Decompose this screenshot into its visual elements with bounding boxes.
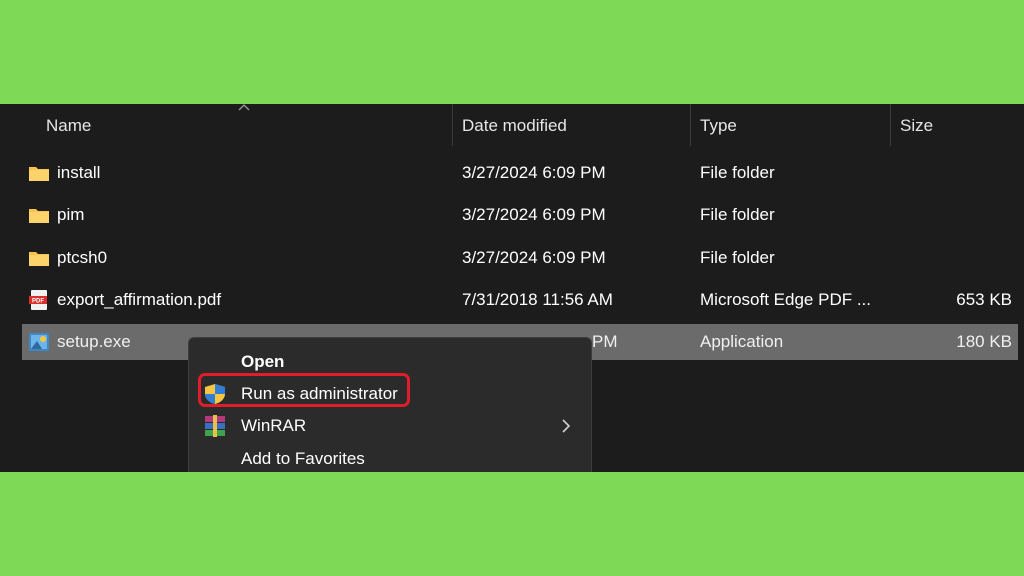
file-name: pim (57, 205, 85, 224)
file-name: install (57, 163, 101, 182)
column-header-date-modified[interactable]: Date modified (462, 104, 567, 148)
column-header-row: Name Date modified Type Size (0, 104, 1024, 148)
file-type: File folder (700, 248, 775, 267)
column-header-type[interactable]: Type (700, 104, 737, 148)
column-header-name[interactable]: Name (46, 104, 91, 148)
file-date: 7/31/2018 11:56 AM (462, 290, 613, 309)
file-type: Microsoft Edge PDF ... (700, 290, 871, 309)
file-size: 653 KB (956, 290, 1012, 309)
file-date: 3/27/2024 6:09 PM (462, 248, 606, 267)
file-row-install[interactable]: install 3/27/2024 6:09 PM File folder (22, 155, 1018, 191)
menu-item-add-to-favorites[interactable]: Add to Favorites (189, 443, 591, 472)
svg-text:PDF: PDF (32, 299, 44, 305)
file-date: PM (592, 332, 618, 351)
file-date: 3/27/2024 6:09 PM (462, 205, 606, 224)
column-divider[interactable] (890, 104, 891, 146)
menu-item-winrar[interactable]: WinRAR (189, 410, 591, 442)
folder-icon (29, 209, 49, 223)
file-row-export-affirmation-pdf[interactable]: PDF export_affirmation.pdf 7/31/2018 11:… (22, 282, 1018, 318)
file-name: export_affirmation.pdf (57, 290, 222, 309)
file-size: 180 KB (956, 332, 1012, 351)
column-divider[interactable] (690, 104, 691, 146)
file-type: File folder (700, 205, 775, 224)
file-explorer-window: Name Date modified Type Size install 3/2… (0, 104, 1024, 472)
highlight-annotation-box (198, 373, 410, 407)
chevron-right-icon (562, 419, 571, 433)
winrar-icon (205, 415, 225, 437)
column-header-size[interactable]: Size (900, 104, 933, 148)
installer-icon (29, 333, 49, 351)
file-name: ptcsh0 (57, 248, 108, 267)
column-divider[interactable] (452, 104, 453, 146)
folder-icon (29, 167, 49, 181)
sort-ascending-icon (238, 104, 250, 111)
file-type: File folder (700, 163, 775, 182)
file-row-pim[interactable]: pim 3/27/2024 6:09 PM File folder (22, 197, 1018, 233)
folder-icon (29, 252, 49, 266)
file-name: setup.exe (57, 332, 131, 351)
file-type: Application (700, 332, 784, 351)
file-date: 3/27/2024 6:09 PM (462, 163, 606, 182)
menu-item-label: Add to Favorites (241, 449, 365, 468)
file-row-ptcsh0[interactable]: ptcsh0 3/27/2024 6:09 PM File folder (22, 240, 1018, 276)
menu-item-label: WinRAR (241, 416, 307, 435)
pdf-icon: PDF (29, 290, 47, 310)
